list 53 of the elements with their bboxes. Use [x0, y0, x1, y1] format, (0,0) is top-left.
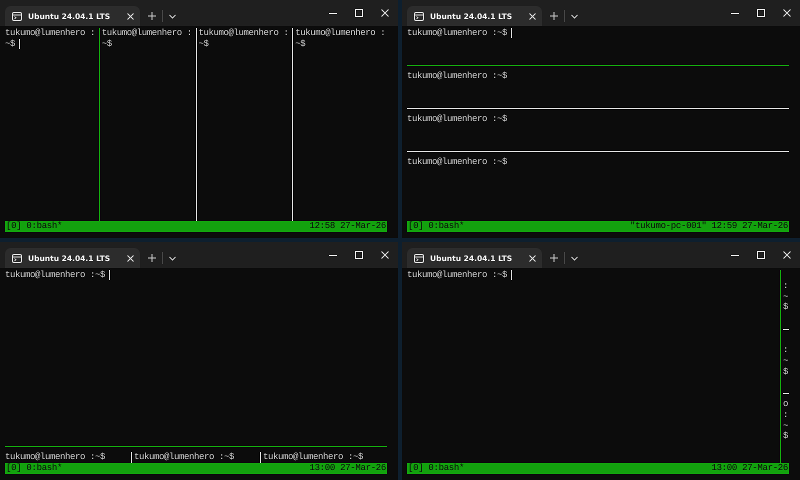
pane-text: o :~$	[783, 399, 788, 442]
prompt-line: ~$	[102, 38, 112, 50]
clock: 12:58 27-Mar-26	[309, 221, 386, 232]
close-icon[interactable]	[381, 9, 389, 17]
chevron-down-icon[interactable]	[169, 14, 176, 18]
terminal-icon[interactable]	[414, 254, 424, 262]
pane-text: :~$	[783, 280, 788, 313]
prompt-line: tukumo@lumenhero :~$	[407, 157, 508, 168]
session-label: [0] 0:bash*	[408, 463, 464, 474]
prompt-line: tukumo@lumenhero :	[5, 28, 96, 39]
prompt-line: tukumo@lumenhero :~$	[263, 452, 364, 463]
clock: 13:00 27-Mar-26	[711, 463, 788, 474]
session-label: [0] 0:bash*	[408, 221, 464, 232]
maximize-icon[interactable]	[757, 251, 765, 259]
maximize-icon[interactable]	[355, 9, 363, 17]
prompt-line: tukumo@lumenhero :~$	[5, 452, 106, 463]
prompt-line: tukumo@lumenhero :~$	[407, 28, 508, 39]
clock: 13:00 27-Mar-26	[309, 463, 386, 474]
prompt-line: tukumo@lumenhero :	[102, 28, 192, 39]
close-icon[interactable]	[127, 12, 134, 20]
plus-icon[interactable]	[550, 254, 558, 262]
close-icon[interactable]	[381, 251, 389, 259]
pane-text: :~$	[783, 344, 788, 378]
plus-icon[interactable]	[148, 12, 156, 20]
terminal-icon[interactable]	[12, 254, 22, 262]
prompt-line: tukumo@lumenhero :~$	[407, 270, 508, 281]
close-icon[interactable]	[783, 251, 791, 259]
session-label: [0] 0:bash*	[6, 463, 62, 474]
chevron-down-icon[interactable]	[571, 14, 578, 18]
prompt-line: tukumo@lumenhero :~$	[134, 452, 234, 463]
maximize-icon[interactable]	[757, 9, 765, 17]
hostname: "tukumo-pc-001"	[630, 221, 706, 232]
prompt-line: tukumo@lumenhero :~$	[407, 114, 508, 125]
terminal-icon[interactable]	[414, 12, 424, 20]
prompt-line: ~$	[295, 38, 306, 50]
clock: 12:59 27-Mar-26	[711, 221, 788, 232]
chevron-down-icon[interactable]	[169, 256, 176, 260]
close-icon[interactable]	[783, 9, 791, 17]
close-icon[interactable]	[529, 12, 536, 20]
plus-icon[interactable]	[148, 254, 156, 262]
session-label: [0] 0:bash*	[6, 221, 62, 232]
close-icon[interactable]	[529, 254, 536, 262]
prompt-line: tukumo@lumenhero :~$	[5, 270, 106, 281]
close-icon[interactable]	[127, 254, 134, 262]
plus-icon[interactable]	[550, 12, 558, 20]
prompt-line: ~$	[5, 38, 16, 50]
maximize-icon[interactable]	[355, 251, 363, 259]
prompt-line: tukumo@lumenhero :	[198, 28, 289, 39]
terminal-icon[interactable]	[12, 12, 22, 20]
chevron-down-icon[interactable]	[571, 256, 578, 260]
prompt-line: ~$	[198, 38, 209, 50]
prompt-line: tukumo@lumenhero :~$	[407, 71, 508, 82]
prompt-line: tukumo@lumenhero :	[295, 28, 386, 39]
